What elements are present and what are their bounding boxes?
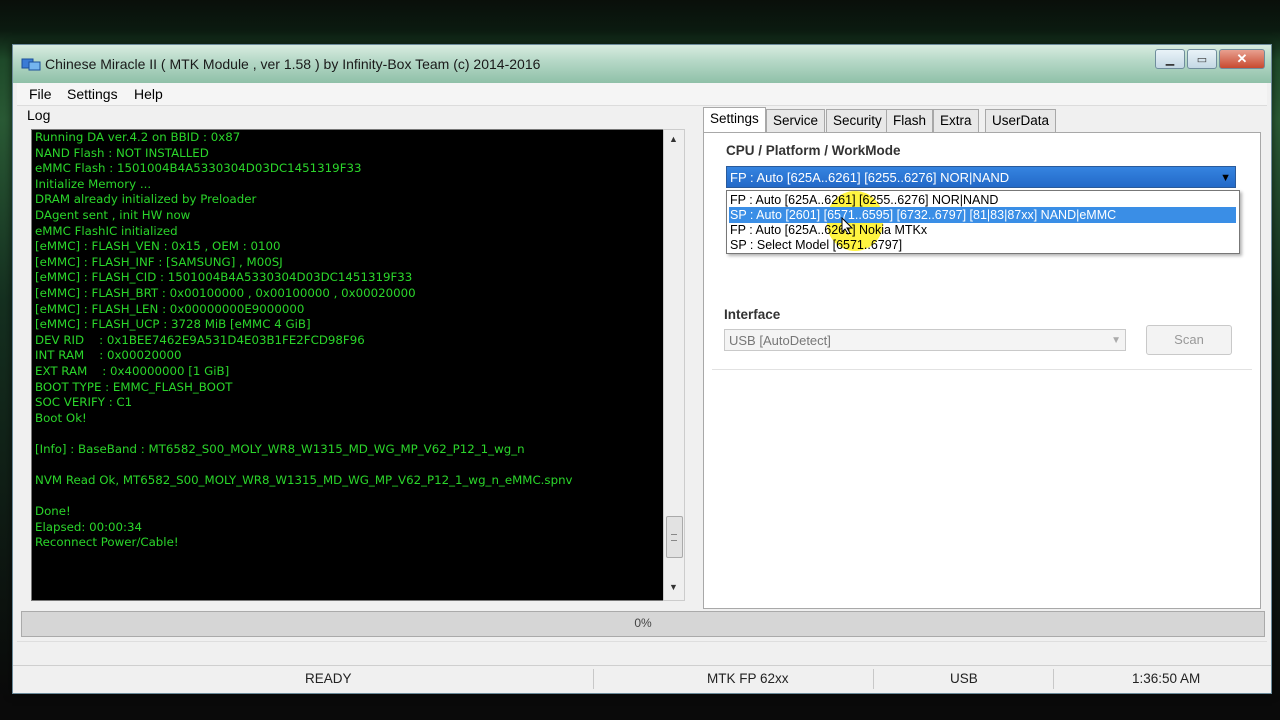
status-mode: MTK FP 62xx: [707, 671, 789, 686]
close-icon: ✕: [1236, 51, 1248, 66]
minimize-icon: ▁: [1165, 53, 1175, 66]
tab-settings[interactable]: Settings: [703, 107, 766, 133]
scroll-thumb[interactable]: [666, 516, 683, 558]
log-line: BOOT TYPE : EMMC_FLASH_BOOT: [35, 379, 233, 394]
info-strip: [17, 641, 1267, 664]
divider: [712, 369, 1252, 370]
divider: [593, 669, 594, 689]
log-line: EXT RAM : 0x40000000 [1 GiB]: [35, 363, 230, 378]
tab-extra[interactable]: Extra: [933, 109, 979, 132]
log-scrollbar[interactable]: ▲ ▼: [663, 129, 685, 601]
chevron-down-icon[interactable]: ▼: [1220, 167, 1231, 189]
log-line: INT RAM : 0x00020000: [35, 348, 182, 363]
title-bar[interactable]: Chinese Miracle II ( MTK Module , ver 1.…: [13, 45, 1271, 83]
log-output[interactable]: Running DA ver.4.2 on BBID : 0x87 NAND Fl…: [31, 129, 665, 601]
log-line: DAgent sent , init HW now: [35, 207, 191, 222]
log-line: NAND Flash : NOT INSTALLED: [35, 145, 209, 160]
dropdown-option[interactable]: SP : Select Model [6571..6797]: [729, 237, 1236, 253]
dropdown-option-selected[interactable]: SP : Auto [2601] [6571..6595] [6732..679…: [729, 207, 1236, 223]
log-line: [eMMC] : FLASH_UCP : 3728 MiB [eMMC 4 Gi…: [35, 317, 311, 332]
menu-file[interactable]: File: [29, 86, 52, 102]
cpu-platform-selected: FP : Auto [625A..6261] [6255..6276] NOR|…: [730, 170, 1010, 185]
log-line: NVM Read Ok, MT6582_S00_MOLY_WR8_W1315_M…: [35, 473, 573, 488]
log-line: Reconnect Power/Cable!: [35, 535, 179, 550]
minimize-button[interactable]: ▁: [1155, 49, 1185, 69]
status-state: READY: [305, 671, 352, 686]
cpu-platform-label: CPU / Platform / WorkMode: [726, 143, 901, 158]
scan-button[interactable]: Scan: [1146, 325, 1232, 355]
scroll-up-icon[interactable]: ▲: [669, 134, 678, 144]
log-line: [eMMC] : FLASH_VEN : 0x15 , OEM : 0100: [35, 239, 281, 254]
status-port: USB: [950, 671, 978, 686]
tab-flash[interactable]: Flash: [886, 109, 934, 132]
tab-security[interactable]: Security: [826, 109, 889, 132]
menu-settings[interactable]: Settings: [67, 86, 118, 102]
settings-panel: CPU / Platform / WorkMode FP : Auto [625…: [703, 132, 1261, 609]
log-line: Initialize Memory ...: [35, 176, 152, 191]
divider: [873, 669, 874, 689]
log-line: Running DA ver.4.2 on BBID : 0x87: [35, 130, 241, 144]
log-line: Boot Ok!: [35, 410, 87, 425]
log-line: eMMC FlashIC initialized: [35, 223, 178, 238]
status-bar: READY MTK FP 62xx USB 1:36:50 AM: [13, 665, 1271, 692]
log-line: DEV RID : 0x1BEE7462E9A531D4E03B1FE2FCD9…: [35, 332, 365, 347]
maximize-icon: ▭: [1196, 53, 1208, 66]
scroll-down-icon[interactable]: ▼: [669, 582, 678, 592]
log-label: Log: [27, 107, 51, 123]
log-line: [eMMC] : FLASH_BRT : 0x00100000 , 0x0010…: [35, 285, 416, 300]
tab-service[interactable]: Service: [766, 109, 826, 132]
interface-select[interactable]: USB [AutoDetect] ▼: [724, 329, 1126, 351]
tab-userdata-forensic[interactable]: UserData / Forensic: [985, 109, 1057, 172]
progress-text: 0%: [634, 616, 652, 630]
log-line: [eMMC] : FLASH_LEN : 0x00000000E9000000: [35, 301, 305, 316]
log-line: [eMMC] : FLASH_INF : [SAMSUNG] , M00SJ: [35, 254, 283, 269]
close-button[interactable]: ✕: [1219, 49, 1265, 69]
cpu-platform-dropdown: FP : Auto [625A..6261] [6255..6276] NOR|…: [726, 190, 1240, 254]
window-title: Chinese Miracle II ( MTK Module , ver 1.…: [45, 56, 541, 72]
interface-selected: USB [AutoDetect]: [729, 333, 831, 348]
log-line: Done!: [35, 504, 71, 519]
log-line: DRAM already initialized by Preloader: [35, 192, 257, 207]
dropdown-option[interactable]: FP : Auto [625A..6261] [6255..6276] NOR|…: [729, 192, 1236, 208]
interface-label: Interface: [724, 307, 781, 322]
status-time: 1:36:50 AM: [1132, 671, 1201, 686]
progress-bar: 0%: [21, 611, 1265, 637]
log-line: [eMMC] : FLASH_CID : 1501004B4A5330304D0…: [35, 270, 413, 285]
menu-help[interactable]: Help: [134, 86, 163, 102]
app-icon: [21, 58, 41, 71]
log-line: SOC VERIFY : C1: [35, 395, 133, 410]
chevron-down-icon[interactable]: ▼: [1111, 330, 1121, 352]
log-text: Running DA ver.4.2 on BBID : 0x87 NAND Fl…: [35, 130, 573, 551]
dropdown-option[interactable]: FP : Auto [625A..6261] Nokia MTKx: [729, 222, 1236, 238]
mouse-cursor-icon: [841, 217, 853, 235]
cpu-platform-select[interactable]: FP : Auto [625A..6261] [6255..6276] NOR|…: [726, 166, 1236, 188]
menu-bar: File Settings Help: [17, 83, 1267, 106]
log-line: [Info] : BaseBand : MT6582_S00_MOLY_WR8_…: [35, 441, 525, 456]
divider: [1053, 669, 1054, 689]
log-line: Elapsed: 00:00:34: [35, 519, 143, 534]
log-line: eMMC Flash : 1501004B4A5330304D03DC14513…: [35, 161, 362, 176]
main-window: Chinese Miracle II ( MTK Module , ver 1.…: [12, 44, 1272, 694]
maximize-button[interactable]: ▭: [1187, 49, 1217, 69]
